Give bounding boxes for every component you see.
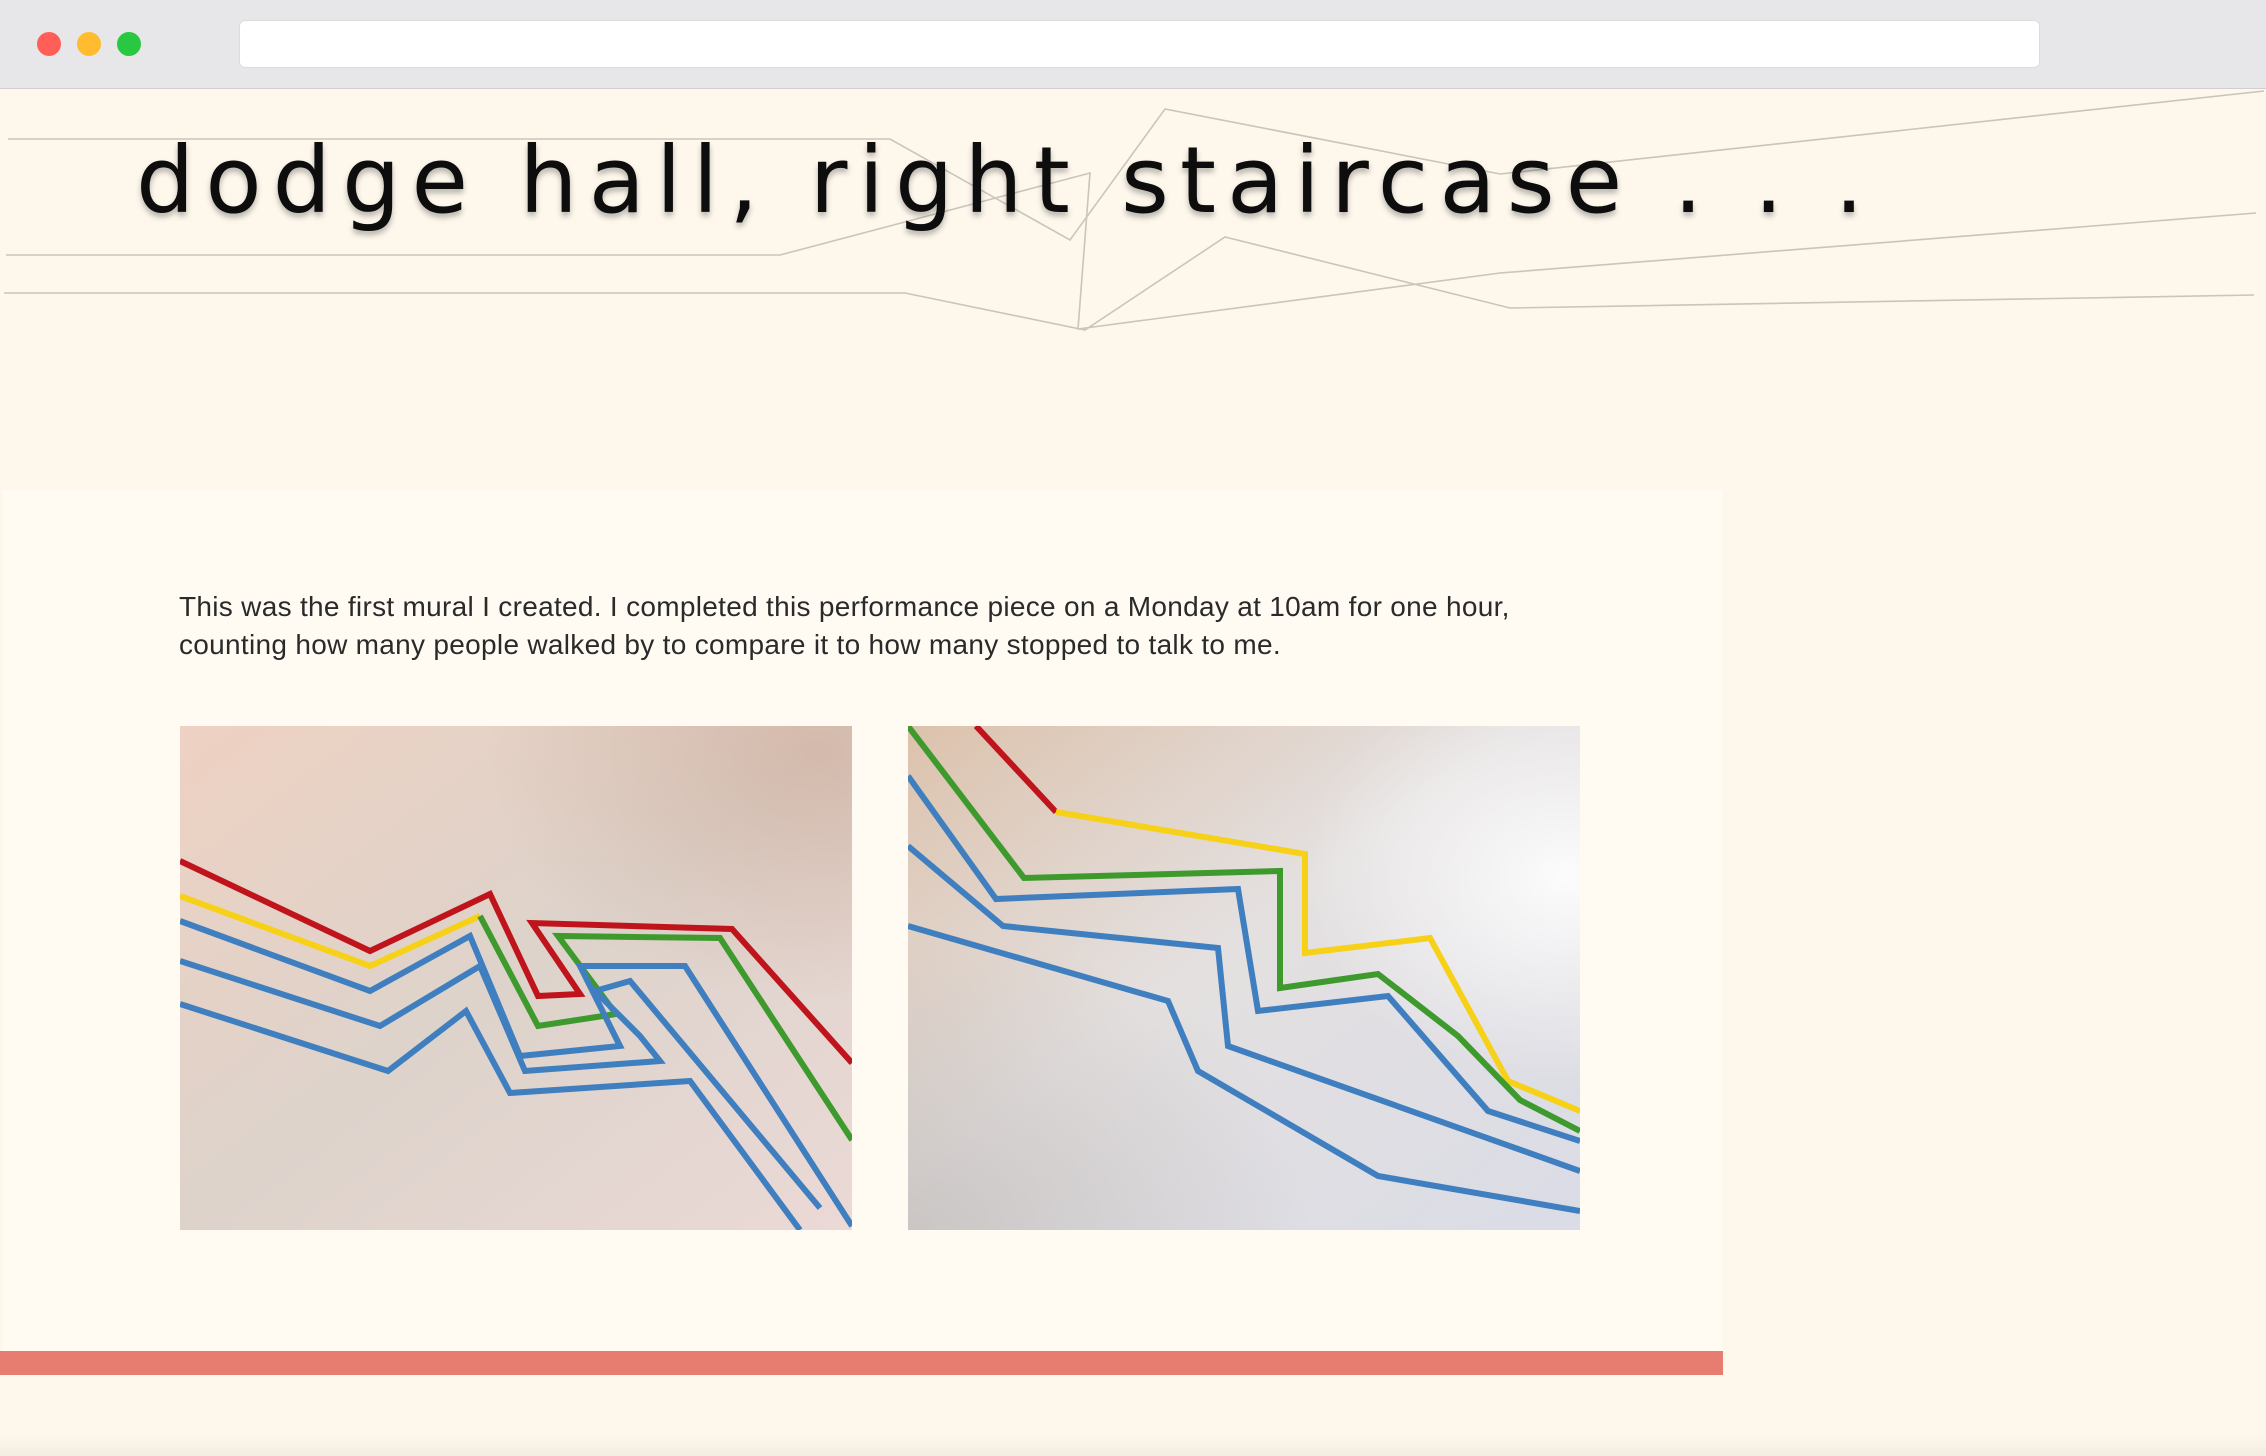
address-bar[interactable]: [239, 20, 2040, 68]
maximize-window-icon[interactable]: [117, 32, 141, 56]
page: dodge hall, right staircase . . . This w…: [0, 89, 2266, 1456]
mural-photo-1[interactable]: [180, 726, 852, 1230]
close-window-icon[interactable]: [37, 32, 61, 56]
intro-paragraph: This was the first mural I created. I co…: [179, 591, 1510, 660]
browser-chrome: [0, 0, 2266, 89]
content-card: This was the first mural I created. I co…: [3, 490, 1723, 1352]
footer-shade: [0, 1434, 2266, 1456]
accent-bar: [0, 1351, 1723, 1375]
mural-photo-2[interactable]: [908, 726, 1580, 1230]
minimize-window-icon[interactable]: [77, 32, 101, 56]
site-title: dodge hall, right staircase . . .: [136, 127, 1875, 234]
